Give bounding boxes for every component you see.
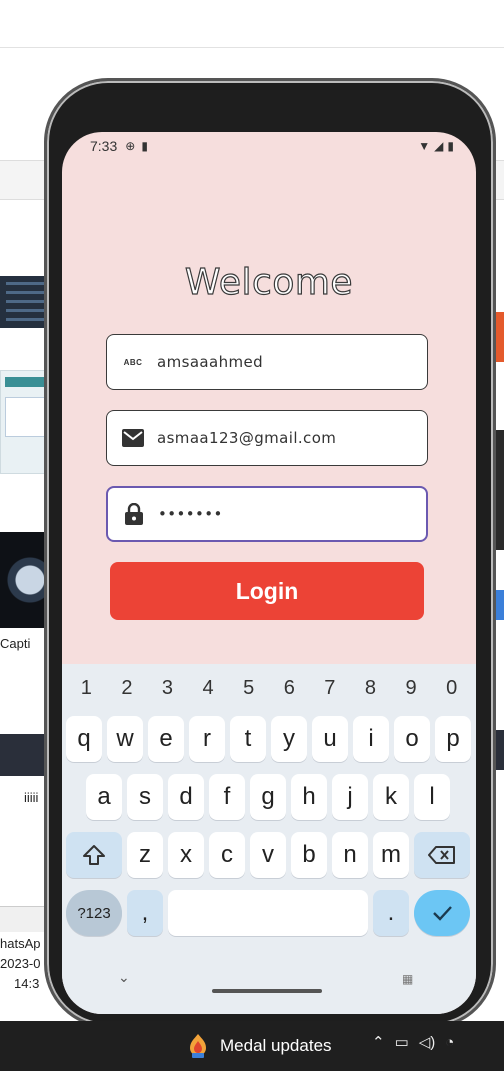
key-o[interactable]: o bbox=[394, 716, 430, 762]
period-key[interactable]: . bbox=[373, 890, 409, 936]
key-b[interactable]: b bbox=[291, 832, 327, 878]
number-row: 1 2 3 4 5 6 7 8 9 0 bbox=[62, 670, 476, 706]
key-u[interactable]: u bbox=[312, 716, 348, 762]
username-value: amsaaahmed bbox=[157, 353, 264, 371]
key-3[interactable]: 3 bbox=[162, 677, 173, 700]
key-i[interactable]: i bbox=[353, 716, 389, 762]
sd-card-icon: ▮ bbox=[141, 139, 148, 153]
key-8[interactable]: 8 bbox=[365, 677, 376, 700]
key-w[interactable]: w bbox=[107, 716, 143, 762]
keyboard-switch-icon[interactable]: ▦ bbox=[402, 972, 413, 986]
username-field[interactable]: ABC amsaaahmed bbox=[106, 334, 428, 390]
key-x[interactable]: x bbox=[168, 832, 204, 878]
status-time: 7:33 bbox=[90, 138, 118, 154]
key-z[interactable]: z bbox=[127, 832, 163, 878]
key-d[interactable]: d bbox=[168, 774, 204, 820]
key-f[interactable]: f bbox=[209, 774, 245, 820]
login-button[interactable]: Login bbox=[110, 562, 424, 620]
battery-icon: ▮ bbox=[447, 139, 454, 153]
key-row-4: ?123 , . bbox=[62, 890, 476, 936]
key-t[interactable]: t bbox=[230, 716, 266, 762]
key-6[interactable]: 6 bbox=[284, 677, 295, 700]
taskbar: Medal updates ⌃ ▭ ◁) ◔ bbox=[0, 1021, 504, 1071]
lock-icon bbox=[120, 500, 148, 528]
key-p[interactable]: p bbox=[435, 716, 471, 762]
status-bar: 7:33 ⊕ ▮ ▼ ◢ ▮ bbox=[62, 132, 476, 160]
password-value: ••••••• bbox=[158, 505, 223, 523]
email-field[interactable]: asmaa123@gmail.com bbox=[106, 410, 428, 466]
wifi-icon[interactable]: ◔ bbox=[445, 1034, 454, 1051]
spacebar[interactable] bbox=[168, 890, 368, 936]
home-indicator[interactable] bbox=[212, 989, 322, 993]
abc-icon: ABC bbox=[123, 357, 143, 367]
backspace-icon bbox=[428, 846, 455, 864]
email-icon bbox=[119, 424, 147, 452]
key-2[interactable]: 2 bbox=[121, 677, 132, 700]
key-c[interactable]: c bbox=[209, 832, 245, 878]
key-row-2: a s d f g h j k l bbox=[62, 774, 476, 820]
key-l[interactable]: l bbox=[414, 774, 450, 820]
key-y[interactable]: y bbox=[271, 716, 307, 762]
check-icon bbox=[433, 906, 452, 921]
key-a[interactable]: a bbox=[86, 774, 122, 820]
password-field[interactable]: ••••••• bbox=[106, 486, 428, 542]
key-row-1: q w e r t y u i o p bbox=[62, 716, 476, 762]
wifi-icon: ▼ bbox=[418, 139, 431, 153]
key-q[interactable]: q bbox=[66, 716, 102, 762]
key-g[interactable]: g bbox=[250, 774, 286, 820]
key-m[interactable]: m bbox=[373, 832, 409, 878]
key-4[interactable]: 4 bbox=[203, 677, 214, 700]
key-v[interactable]: v bbox=[250, 832, 286, 878]
key-5[interactable]: 5 bbox=[243, 677, 254, 700]
volume-icon[interactable]: ◁) bbox=[419, 1033, 436, 1051]
shift-icon bbox=[83, 845, 105, 865]
key-h[interactable]: h bbox=[291, 774, 327, 820]
battery-icon[interactable]: ▭ bbox=[395, 1033, 409, 1051]
phone-screen: 7:33 ⊕ ▮ ▼ ◢ ▮ Welcome ABC amsaaahmed as… bbox=[62, 132, 476, 1014]
key-j[interactable]: j bbox=[332, 774, 368, 820]
symbols-key[interactable]: ?123 bbox=[66, 890, 122, 936]
key-7[interactable]: 7 bbox=[324, 677, 335, 700]
location-icon: ⊕ bbox=[125, 139, 136, 153]
key-1[interactable]: 1 bbox=[81, 677, 92, 700]
medal-icon bbox=[190, 1034, 206, 1058]
soft-keyboard: 1 2 3 4 5 6 7 8 9 0 q w e r t y u i o p … bbox=[62, 664, 476, 1014]
notification-label: Medal updates bbox=[220, 1036, 332, 1055]
signal-icon: ◢ bbox=[434, 139, 444, 153]
chevron-up-icon[interactable]: ⌃ bbox=[372, 1033, 385, 1051]
enter-key[interactable] bbox=[414, 890, 470, 936]
collapse-keyboard-icon[interactable]: ⌄ bbox=[118, 970, 130, 986]
medal-notification[interactable]: Medal updates bbox=[186, 1033, 332, 1059]
system-tray: ⌃ ▭ ◁) ◔ bbox=[372, 1033, 454, 1052]
desktop-top-bar bbox=[0, 0, 504, 48]
key-0[interactable]: 0 bbox=[446, 677, 457, 700]
key-9[interactable]: 9 bbox=[405, 677, 416, 700]
email-value: asmaa123@gmail.com bbox=[157, 429, 337, 447]
key-k[interactable]: k bbox=[373, 774, 409, 820]
page-title: Welcome bbox=[184, 261, 354, 303]
key-n[interactable]: n bbox=[332, 832, 368, 878]
key-r[interactable]: r bbox=[189, 716, 225, 762]
shift-key[interactable] bbox=[66, 832, 122, 878]
key-s[interactable]: s bbox=[127, 774, 163, 820]
backspace-key[interactable] bbox=[414, 832, 470, 878]
key-e[interactable]: e bbox=[148, 716, 184, 762]
comma-key[interactable]: , bbox=[127, 890, 163, 936]
key-row-3: z x c v b n m bbox=[62, 832, 476, 878]
